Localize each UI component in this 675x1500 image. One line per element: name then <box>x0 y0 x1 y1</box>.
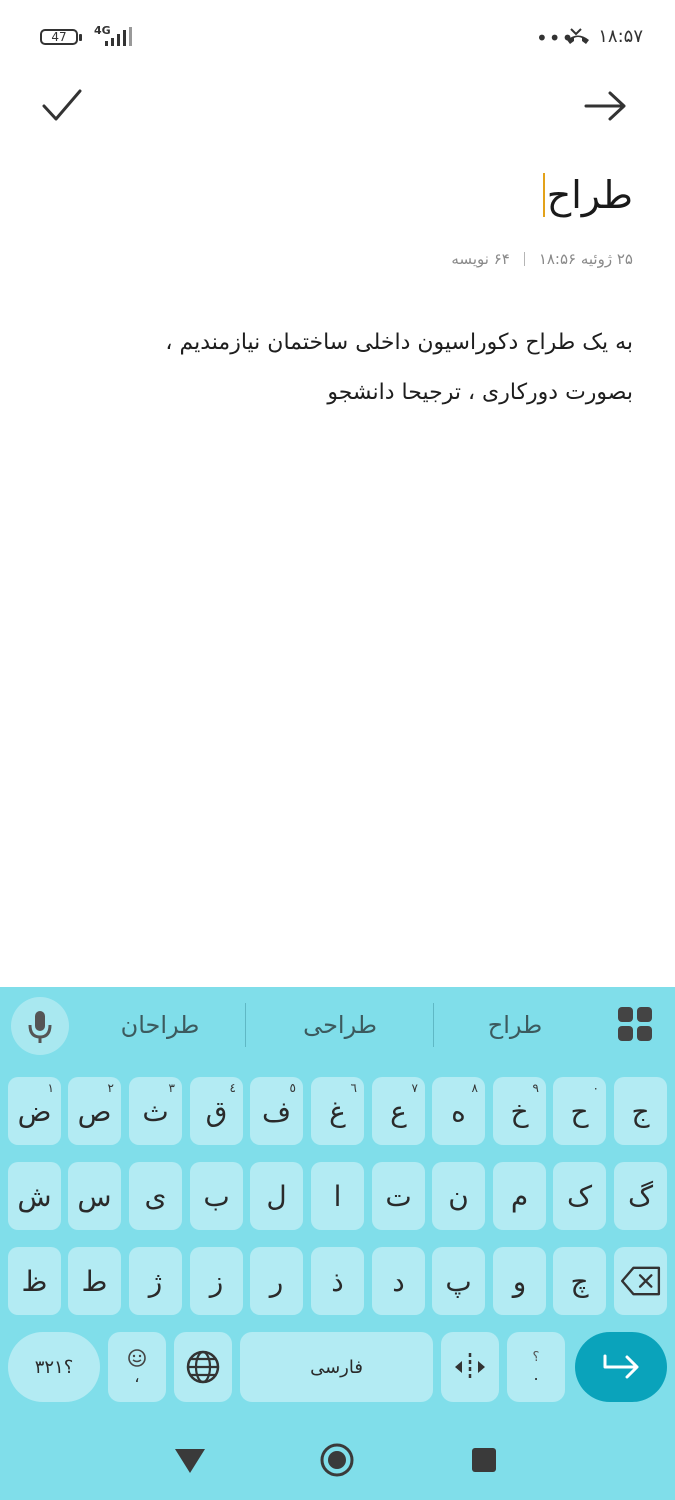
note-line: بصورت دورکاری ، ترجیحا دانشجو <box>327 380 633 405</box>
mic-icon <box>28 1011 52 1043</box>
key[interactable]: ذ <box>311 1247 364 1315</box>
suggestion-divider <box>433 1003 434 1047</box>
key[interactable]: ٩خ <box>493 1077 546 1145</box>
battery-indicator: 47 <box>40 29 78 45</box>
suggestion-3[interactable]: طراحان <box>80 1001 240 1049</box>
key[interactable]: م <box>493 1162 546 1230</box>
key[interactable]: چ <box>553 1247 606 1315</box>
key[interactable]: ج <box>614 1077 667 1145</box>
key[interactable]: د <box>372 1247 425 1315</box>
key[interactable]: ز <box>190 1247 243 1315</box>
note-line: به یک طراح دکوراسیون داخلی ساختمان نیازم… <box>165 330 633 355</box>
note-body[interactable]: به یک طراح دکوراسیون داخلی ساختمان نیازم… <box>33 318 633 418</box>
nav-bar <box>0 1417 675 1500</box>
recents-square-icon[interactable] <box>470 1446 498 1474</box>
keyboard: طراحان طراحی طراح ج ٠ح ٩خ ٨ه ٧ع ٦غ ٥ف ٤ق… <box>0 987 675 1500</box>
key[interactable]: و <box>493 1247 546 1315</box>
globe-icon <box>186 1350 220 1384</box>
key[interactable]: ط <box>68 1247 121 1315</box>
note-date: ۲۵ ژوئیه ۱۸:۵۶ <box>538 250 633 268</box>
key[interactable]: ش <box>8 1162 61 1230</box>
status-time: ۱۸:۵۷ <box>598 26 643 47</box>
key[interactable]: ل <box>250 1162 303 1230</box>
battery-tip <box>79 34 82 41</box>
note-title: طراح <box>546 173 633 217</box>
key[interactable]: پ <box>432 1247 485 1315</box>
back-triangle-icon[interactable] <box>172 1447 208 1475</box>
backspace-icon <box>620 1266 660 1296</box>
key[interactable]: ن <box>432 1162 485 1230</box>
home-circle-icon[interactable] <box>318 1441 356 1479</box>
key[interactable]: ک <box>553 1162 606 1230</box>
note-title-field[interactable]: طراح <box>542 165 633 225</box>
text-cursor <box>542 173 545 217</box>
signal-icon <box>105 27 132 46</box>
forward-arrow-icon[interactable] <box>584 88 628 124</box>
key[interactable]: ١ض <box>8 1077 61 1145</box>
check-icon[interactable] <box>40 86 84 126</box>
battery-level: 47 <box>51 30 67 44</box>
backspace-key[interactable] <box>614 1247 667 1315</box>
suggestion-bar: طراحان طراحی طراح <box>0 987 675 1063</box>
suggestion-2[interactable]: طراحی <box>255 1001 425 1049</box>
key[interactable]: س <box>68 1162 121 1230</box>
apps-grid-icon[interactable] <box>617 1006 653 1042</box>
language-key[interactable] <box>174 1332 232 1402</box>
key[interactable]: ت <box>372 1162 425 1230</box>
enter-arrow-icon <box>603 1354 639 1379</box>
cursor-move-key[interactable] <box>441 1332 499 1402</box>
key[interactable]: ٣ث <box>129 1077 182 1145</box>
meta-divider <box>523 252 525 266</box>
key[interactable]: ٤ق <box>190 1077 243 1145</box>
key[interactable]: ب <box>190 1162 243 1230</box>
key[interactable]: ٦غ <box>311 1077 364 1145</box>
punctuation-key[interactable]: ؟ . <box>507 1332 565 1402</box>
char-count: ۶۴ نویسه <box>451 250 510 268</box>
enter-key[interactable] <box>575 1332 667 1402</box>
suggestion-1[interactable]: طراح <box>440 1001 590 1049</box>
cursor-move-icon <box>455 1353 485 1381</box>
missed-call-icon <box>567 28 589 44</box>
key[interactable]: ژ <box>129 1247 182 1315</box>
note-meta: ۲۵ ژوئیه ۱۸:۵۶ ۶۴ نویسه <box>451 250 633 268</box>
key[interactable]: ٥ف <box>250 1077 303 1145</box>
mic-button[interactable] <box>11 997 69 1055</box>
key[interactable]: ٨ه <box>432 1077 485 1145</box>
key[interactable]: ر <box>250 1247 303 1315</box>
key[interactable]: ٧ع <box>372 1077 425 1145</box>
key[interactable]: ٢ص <box>68 1077 121 1145</box>
key[interactable]: ظ <box>8 1247 61 1315</box>
emoji-icon <box>128 1349 146 1367</box>
key[interactable]: ی <box>129 1162 182 1230</box>
key[interactable]: ا <box>311 1162 364 1230</box>
emoji-key[interactable]: ، <box>108 1332 166 1402</box>
suggestion-divider <box>245 1003 246 1047</box>
space-key[interactable]: فارسی <box>240 1332 433 1402</box>
key[interactable]: گ <box>614 1162 667 1230</box>
symbols-key[interactable]: ؟۳۲۱ <box>8 1332 100 1402</box>
key[interactable]: ٠ح <box>553 1077 606 1145</box>
